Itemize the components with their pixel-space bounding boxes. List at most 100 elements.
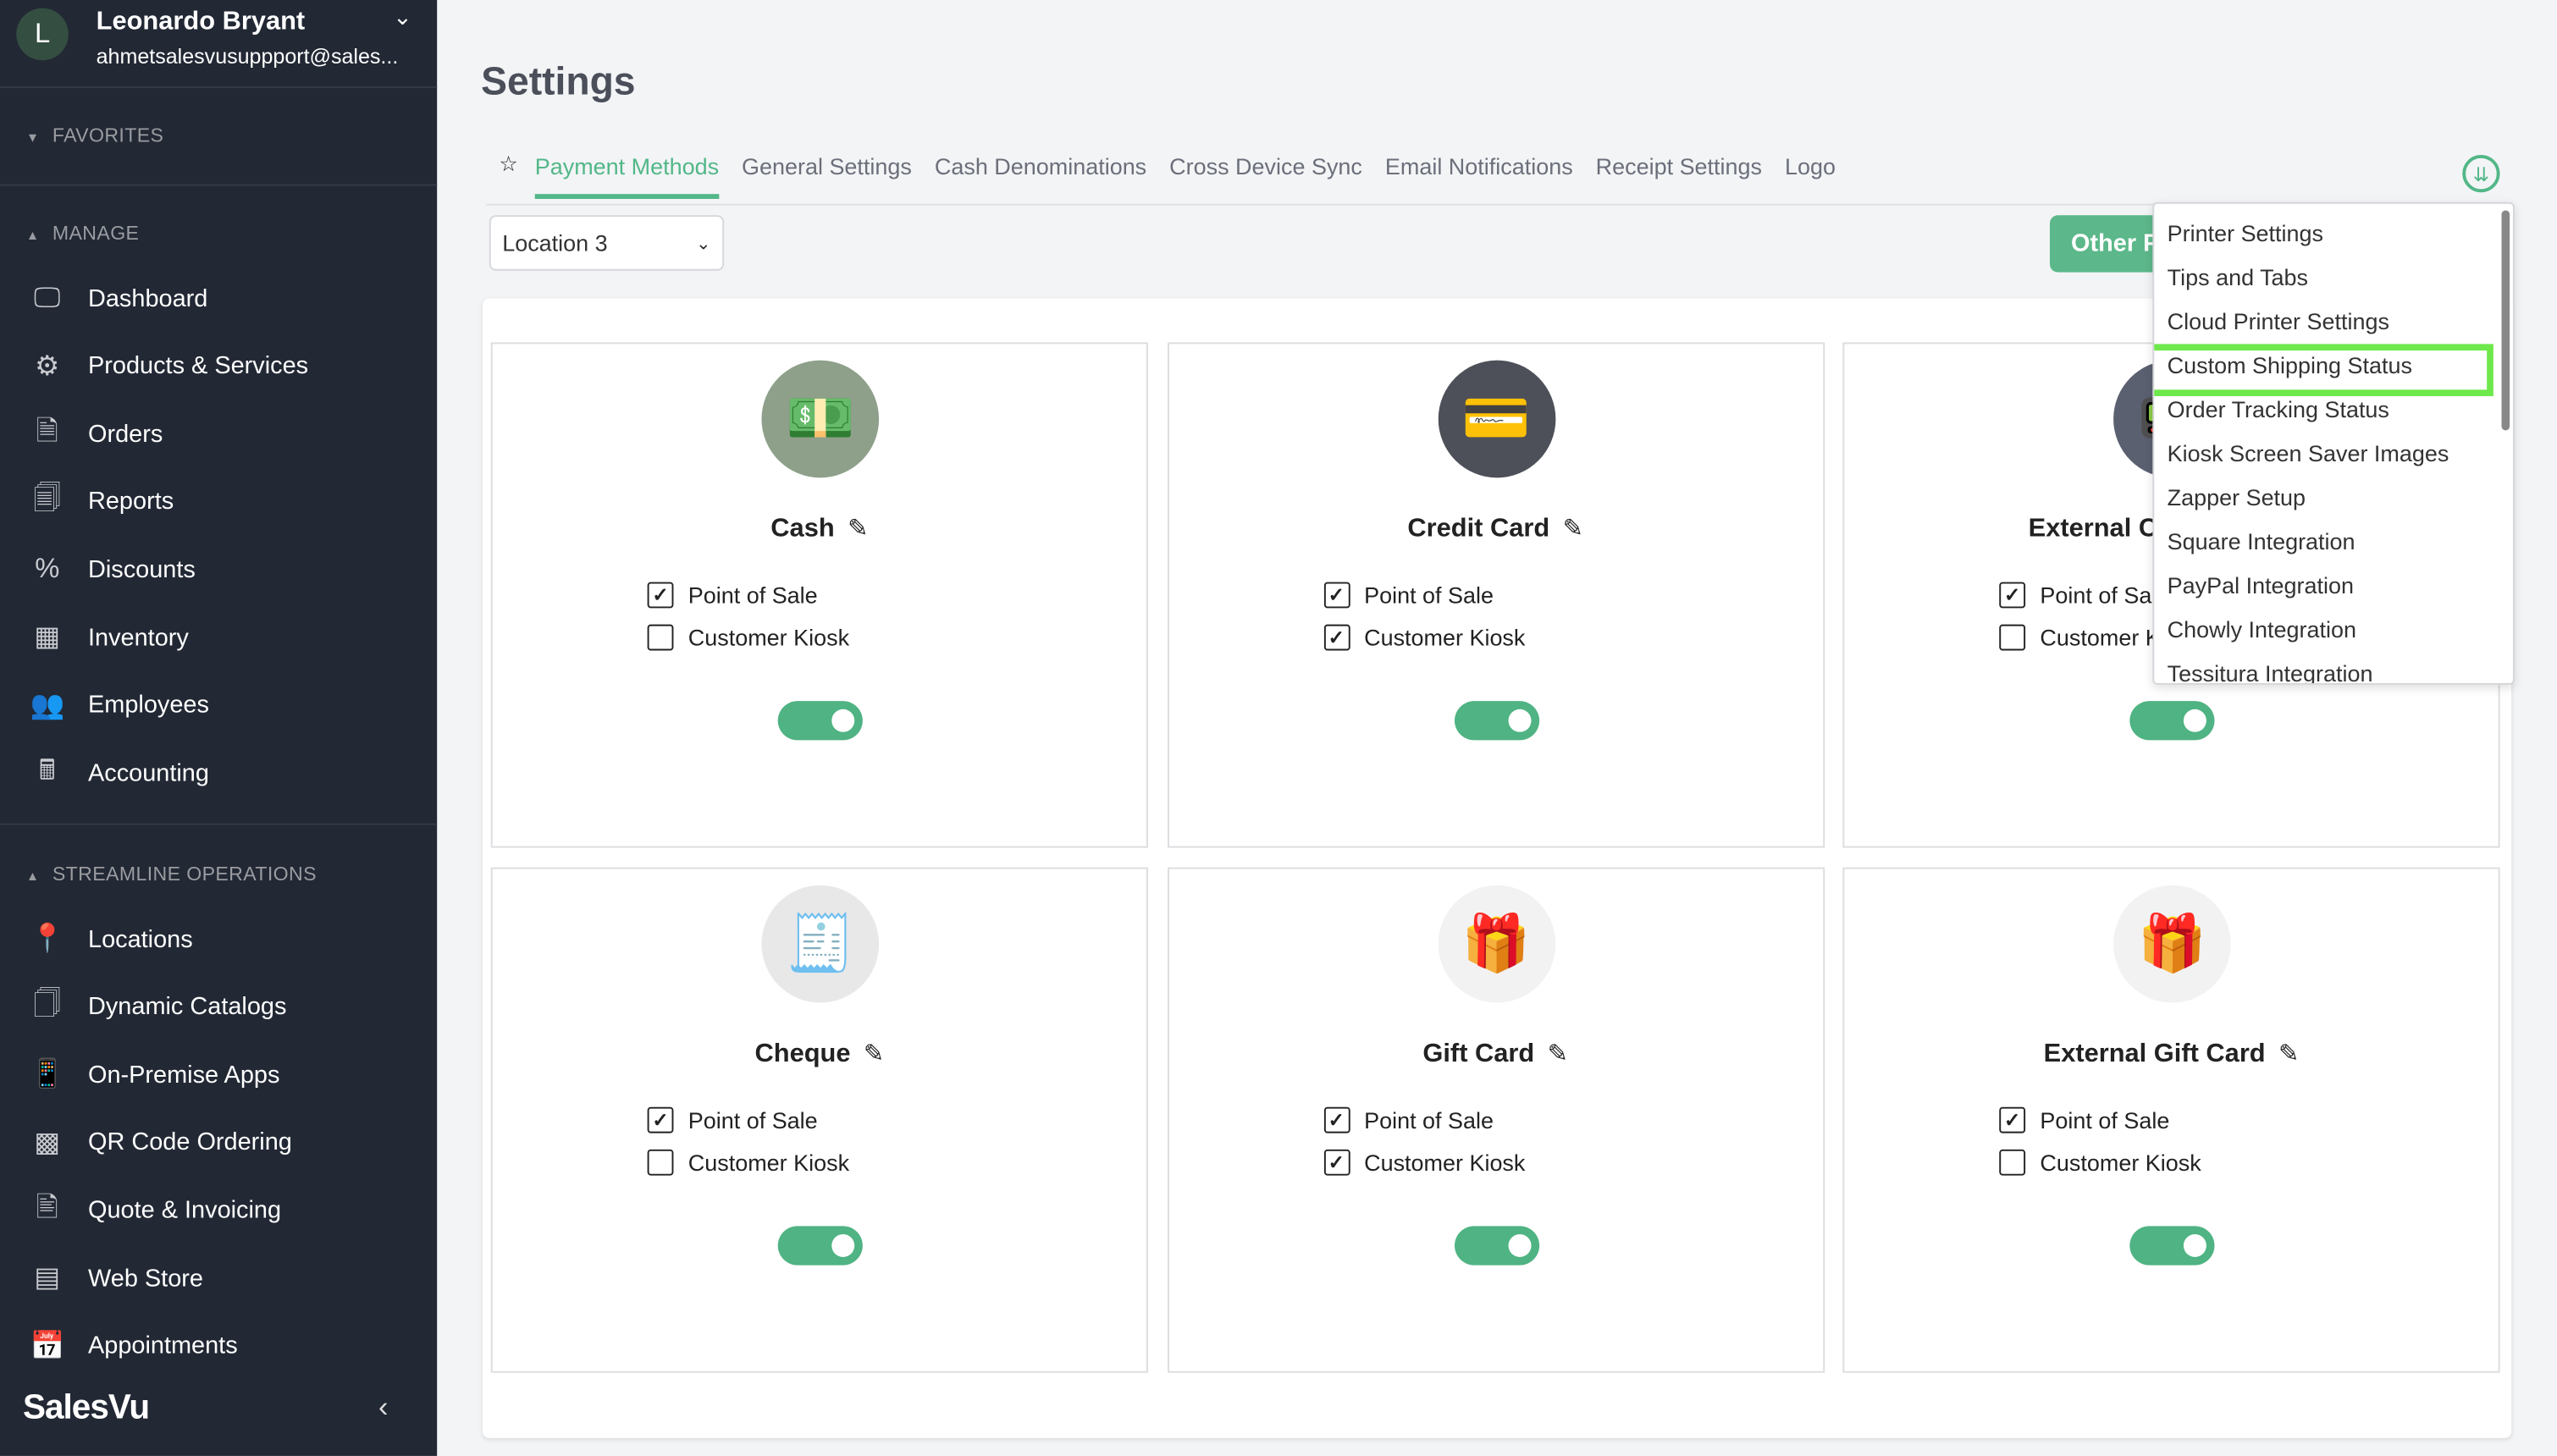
enable-toggle[interactable] (2129, 1226, 2215, 1266)
sidebar-item-employees[interactable]: 👥 Employees (26, 687, 209, 723)
sidebar-item-accounting[interactable]: 🖩 Accounting (26, 754, 209, 791)
tab-cash-denominations[interactable]: Cash Denominations (935, 153, 1146, 199)
checkbox[interactable] (647, 624, 674, 651)
method-name: Gift Card (1422, 1040, 1535, 1068)
payment-method-card: 🧾 Cheque ✎ ✓ Point of Sale Customer Kiosk (490, 867, 1148, 1373)
sidebar-item-label: Quote & Invoicing (88, 1196, 282, 1225)
menu-item-kiosk-screen-saver-images[interactable]: Kiosk Screen Saver Images (2168, 440, 2449, 466)
checkbox[interactable] (1999, 1149, 2026, 1176)
enable-toggle[interactable] (1454, 1226, 1539, 1266)
sidebar-item-label: Web Store (88, 1264, 203, 1293)
checkbox[interactable]: ✓ (647, 1106, 674, 1133)
checkbox-label: Point of Sale (2040, 1106, 2170, 1133)
menu-item-zapper-setup[interactable]: Zapper Setup (2168, 484, 2306, 510)
user-email: ahmetsalesvusuppport@sales... (96, 44, 399, 69)
payment-method-card: 💵 Cash ✎ ✓ Point of Sale Customer Kiosk (490, 342, 1148, 848)
sidebar-item-on-premise-apps[interactable]: 📱 On-Premise Apps (26, 1056, 279, 1092)
menu-item-tips-and-tabs[interactable]: Tips and Tabs (2168, 264, 2308, 290)
menu-item-tessitura-integration[interactable]: Tessitura Integration (2168, 660, 2373, 683)
pos-checkbox[interactable]: ✓ Point of Sale (647, 1106, 818, 1133)
enable-toggle[interactable] (777, 1226, 863, 1266)
kiosk-checkbox[interactable]: Customer Kiosk (647, 624, 849, 651)
location-select[interactable]: Location 3 ⌄ (489, 215, 725, 271)
double-chevron-down-icon[interactable]: ⇊ (2462, 154, 2500, 193)
user-name[interactable]: Leonardo Bryant (97, 8, 306, 38)
scrollbar[interactable] (2501, 210, 2510, 431)
tab-logo[interactable]: Logo (1785, 153, 1836, 199)
checkbox[interactable]: ✓ (1323, 624, 1350, 651)
sidebar-item-inventory[interactable]: ▦ Inventory (26, 620, 189, 655)
sidebar-item-web-store[interactable]: ▤ Web Store (26, 1260, 203, 1296)
pos-checkbox[interactable]: ✓ Point of Sale (1999, 1106, 2170, 1133)
checkbox[interactable]: ✓ (1999, 1106, 2026, 1133)
collapse-sidebar-icon[interactable]: ‹ (378, 1391, 389, 1425)
tab-general-settings[interactable]: General Settings (742, 153, 912, 199)
tab-receipt-settings[interactable]: Receipt Settings (1596, 153, 1762, 199)
gift-icon: 🎁 (2113, 885, 2231, 1003)
sidebar-item-orders[interactable]: 🗎 Orders (26, 416, 163, 451)
section-favorites[interactable]: ▼ FAVORITES (26, 124, 164, 146)
kiosk-checkbox[interactable]: ✓ Customer Kiosk (1323, 1149, 1525, 1176)
sidebar-item-label: Products & Services (88, 352, 309, 380)
checkbox[interactable]: ✓ (1323, 1149, 1350, 1176)
checkbox[interactable]: ✓ (647, 582, 674, 609)
method-name: External Gift Card (2043, 1040, 2266, 1068)
edit-icon[interactable]: ✎ (1563, 516, 1583, 543)
sidebar-item-locations[interactable]: 📍 Locations (26, 921, 193, 957)
kiosk-checkbox[interactable]: Customer Kiosk (1999, 1149, 2201, 1176)
tab-payment-methods[interactable]: Payment Methods (534, 153, 720, 199)
menu-item-chowly-integration[interactable]: Chowly Integration (2168, 616, 2356, 643)
menu-item-printer-settings[interactable]: Printer Settings (2168, 220, 2323, 246)
enable-toggle[interactable] (777, 701, 863, 741)
sidebar-item-appointments[interactable]: 📅 Appointments (26, 1328, 238, 1364)
checkbox-label: Customer Kiosk (688, 1149, 850, 1176)
edit-icon[interactable]: ✎ (1548, 1040, 1568, 1068)
tab-cross-device-sync[interactable]: Cross Device Sync (1169, 153, 1362, 199)
pos-checkbox[interactable]: ✓ Point of Sale (1323, 582, 1494, 609)
sidebar-item-reports[interactable]: 🗐 Reports (26, 483, 174, 520)
enable-toggle[interactable] (2129, 701, 2215, 741)
edit-icon[interactable]: ✎ (848, 516, 868, 543)
page-title: Settings (481, 60, 636, 105)
chevron-down-icon[interactable]: ⌄ (393, 3, 412, 31)
caret-up-icon: ▲ (25, 228, 40, 243)
enable-toggle[interactable] (1454, 701, 1539, 741)
star-icon[interactable]: ☆ (499, 152, 517, 178)
menu-item-paypal-integration[interactable]: PayPal Integration (2168, 572, 2354, 598)
pos-checkbox[interactable]: ✓ Point of Sale (1323, 1106, 1494, 1133)
menu-item-custom-shipping-status[interactable]: Custom Shipping Status (2168, 352, 2412, 378)
sidebar-item-quote-invoicing[interactable]: 🖹 Quote & Invoicing (26, 1191, 282, 1228)
kiosk-checkbox[interactable]: ✓ Customer Kiosk (1323, 624, 1525, 651)
pos-checkbox[interactable]: ✓ Point of Sale (647, 582, 818, 609)
sidebar-item-discounts[interactable]: % Discounts (26, 552, 196, 587)
checkbox[interactable]: ✓ (1323, 582, 1350, 609)
sidebar-item-dynamic-catalogs[interactable]: 🗍 Dynamic Catalogs (26, 988, 286, 1024)
menu-item-cloud-printer-settings[interactable]: Cloud Printer Settings (2168, 308, 2389, 334)
checkbox-label: Point of Sale (1364, 1106, 1494, 1133)
sidebar-item-qr-code-ordering[interactable]: ▩ QR Code Ordering (26, 1125, 291, 1161)
checkbox[interactable] (1999, 624, 2026, 651)
checkbox-label: Point of Sale (1364, 582, 1494, 609)
kiosk-checkbox[interactable]: Customer Kiosk (647, 1149, 850, 1176)
card-title: Cash ✎ (493, 514, 1146, 545)
payment-method-card: 🎁 External Gift Card ✎ ✓ Point of Sale Cus… (1842, 867, 2500, 1373)
edit-icon[interactable]: ✎ (864, 1040, 884, 1068)
chevron-down-icon: ⌄ (695, 234, 711, 254)
sidebar-item-products-services[interactable]: ⚙ Products & Services (26, 348, 308, 383)
menu-item-order-tracking-status[interactable]: Order Tracking Status (2168, 396, 2389, 422)
sidebar-item-dashboard[interactable]: 🖵 Dashboard (26, 280, 208, 316)
pos-checkbox[interactable]: ✓ Point of Sale (1999, 582, 2169, 609)
sidebar-item-label: Orders (88, 420, 163, 449)
sidebar-item-label: Inventory (88, 623, 189, 652)
checkbox[interactable]: ✓ (1999, 582, 2026, 609)
section-manage[interactable]: ▲ MANAGE (26, 222, 140, 245)
orders-icon: 🗎 (36, 415, 59, 447)
checkbox[interactable]: ✓ (1323, 1106, 1350, 1133)
avatar[interactable]: L (16, 8, 69, 61)
tab-email-notifications[interactable]: Email Notifications (1385, 153, 1573, 199)
section-streamline[interactable]: ▲ STREAMLINE OPERATIONS (26, 863, 317, 885)
edit-icon[interactable]: ✎ (2278, 1040, 2299, 1068)
checkbox[interactable] (647, 1149, 674, 1176)
invoice-icon: 🖹 (36, 1191, 59, 1223)
menu-item-square-integration[interactable]: Square Integration (2168, 528, 2355, 554)
